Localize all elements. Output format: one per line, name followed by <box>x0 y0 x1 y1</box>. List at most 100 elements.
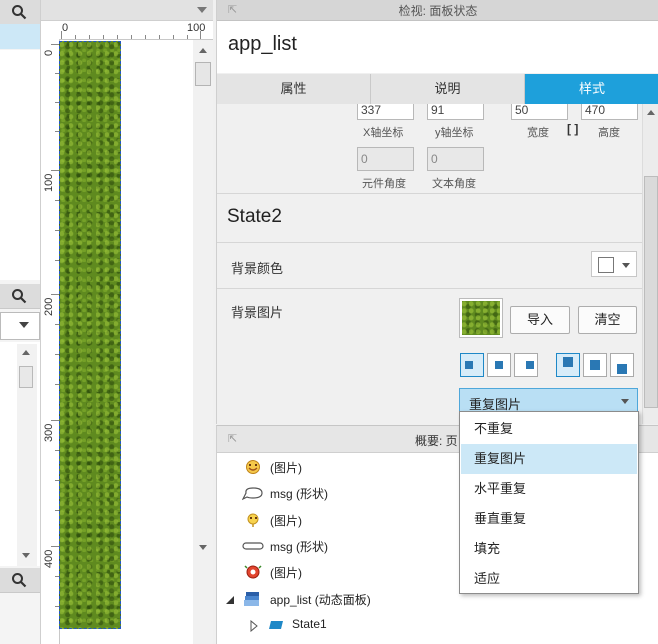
dynamic-panel-icon <box>244 592 259 606</box>
chevron-down-icon[interactable] <box>197 7 207 13</box>
emoji-icon <box>244 565 262 579</box>
menu-item-repeat[interactable]: 重复图片 <box>461 444 637 474</box>
tab-properties[interactable]: 属性 <box>217 74 371 104</box>
y-field[interactable]: 91 <box>427 104 484 120</box>
chevron-down-icon <box>621 399 629 404</box>
bg-color-picker[interactable] <box>591 251 637 277</box>
divider <box>217 193 642 194</box>
library-dropdown[interactable] <box>0 312 40 340</box>
search-icon <box>12 573 27 588</box>
state-name: State2 <box>227 206 282 227</box>
color-swatch-icon <box>598 257 614 273</box>
align-left-button[interactable] <box>460 353 484 377</box>
selected-page-item[interactable] <box>0 24 40 49</box>
emoji-icon <box>246 460 260 474</box>
image-repeat-menu: 不重复 重复图片 水平重复 垂直重复 填充 适应 <box>459 411 639 594</box>
align-middle-icon <box>590 360 600 370</box>
ruler-label: 100 <box>187 22 206 34</box>
inspector-panel: ⇱ 检视: 面板状态 app_list 属性 说明 样式 337 91 50 4… <box>216 0 658 424</box>
widget-angle-field[interactable]: 0 <box>357 147 414 171</box>
text-angle-label: 文本角度 <box>432 178 476 190</box>
menu-item-repeat-x[interactable]: 水平重复 <box>461 474 637 504</box>
inspector-tabs: 属性 说明 样式 <box>217 74 658 104</box>
scroll-up-icon[interactable] <box>199 48 207 53</box>
chevron-down-icon <box>622 263 630 268</box>
left-panel <box>0 0 41 644</box>
scroll-thumb[interactable] <box>644 176 658 408</box>
divider <box>217 288 642 289</box>
outline-title: 概要: 页 <box>415 434 458 448</box>
outline-item[interactable]: State1 <box>217 612 657 638</box>
outline-label: State1 <box>292 617 327 631</box>
tab-style[interactable]: 样式 <box>525 74 658 104</box>
align-right-icon <box>526 361 534 369</box>
search-button[interactable] <box>0 568 40 593</box>
align-top-icon <box>563 357 573 367</box>
height-field[interactable]: 470 <box>581 104 638 120</box>
canvas-tab-bar <box>41 0 213 21</box>
outline-label: (图片) <box>270 566 302 580</box>
width-field[interactable]: 50 <box>511 104 568 120</box>
scroll-thumb[interactable] <box>19 366 33 388</box>
y-label: y轴坐标 <box>435 127 474 139</box>
ruler-label: 0 <box>43 49 55 56</box>
emoji-icon <box>247 513 259 527</box>
inspector-header: ⇱ 检视: 面板状态 <box>217 0 658 21</box>
pin-icon[interactable]: ⇱ <box>228 432 237 445</box>
scroll-up-icon[interactable] <box>647 110 655 115</box>
menu-item-no-repeat[interactable]: 不重复 <box>461 414 637 444</box>
search-button[interactable] <box>0 284 40 309</box>
scroll-down-icon[interactable] <box>22 553 30 558</box>
menu-item-fill[interactable]: 填充 <box>461 534 637 564</box>
bg-color-label: 背景颜色 <box>231 261 284 276</box>
library-scrollbar[interactable] <box>17 344 37 566</box>
widget-angle-label: 元件角度 <box>362 178 406 190</box>
canvas-scrollbar[interactable] <box>193 40 213 644</box>
widget-name[interactable]: app_list <box>228 33 297 56</box>
outline-label: (图片) <box>270 514 302 528</box>
ruler-label: 100 <box>43 173 55 192</box>
ruler-label: 400 <box>43 549 55 568</box>
text-angle-field[interactable]: 0 <box>427 147 484 171</box>
menu-item-repeat-y[interactable]: 垂直重复 <box>461 504 637 534</box>
align-top-button[interactable] <box>556 353 580 377</box>
import-button[interactable]: 导入 <box>510 306 570 334</box>
state-icon <box>269 621 283 629</box>
scroll-up-icon[interactable] <box>22 350 30 355</box>
outline-label: msg (形状) <box>270 540 328 554</box>
collapse-arrow-icon[interactable] <box>225 595 235 605</box>
grass-image <box>462 301 500 335</box>
design-canvas[interactable]: 0 100 0 100 200 300 400 <box>41 0 213 644</box>
clear-button[interactable]: 清空 <box>578 306 637 334</box>
speech-bubble-icon <box>242 487 263 501</box>
expand-arrow-icon[interactable] <box>250 620 258 632</box>
horizontal-ruler: 0 100 <box>59 21 213 40</box>
align-middle-button[interactable] <box>583 353 607 377</box>
width-label: 宽度 <box>527 127 549 139</box>
vertical-ruler: 0 100 200 300 400 <box>41 40 60 644</box>
x-label: X轴坐标 <box>363 127 404 139</box>
pages-list <box>0 50 40 280</box>
align-bottom-button[interactable] <box>610 353 634 377</box>
menu-item-fit[interactable]: 适应 <box>461 564 637 594</box>
inspector-scrollbar[interactable] <box>642 104 658 424</box>
search-icon <box>12 5 27 20</box>
dynamic-panel-widget[interactable] <box>59 41 121 629</box>
chevron-down-icon <box>19 322 29 328</box>
outline-label: (图片) <box>270 461 302 475</box>
scroll-down-icon[interactable] <box>199 545 207 550</box>
lock-ratio-icon[interactable]: [ ] <box>567 122 578 136</box>
align-center-button[interactable] <box>487 353 511 377</box>
tab-notes[interactable]: 说明 <box>371 74 525 104</box>
ruler-label: 300 <box>43 423 55 442</box>
inspector-title: 检视: 面板状态 <box>398 4 478 18</box>
align-right-button[interactable] <box>514 353 538 377</box>
align-bottom-icon <box>617 364 627 374</box>
x-field[interactable]: 337 <box>357 104 414 120</box>
scroll-thumb[interactable] <box>195 62 211 86</box>
outline-label: msg (形状) <box>270 487 328 501</box>
bg-image-thumbnail <box>459 298 503 338</box>
align-left-icon <box>465 361 473 369</box>
widget-name-box[interactable]: app_list <box>217 21 658 73</box>
search-button[interactable] <box>0 0 40 25</box>
